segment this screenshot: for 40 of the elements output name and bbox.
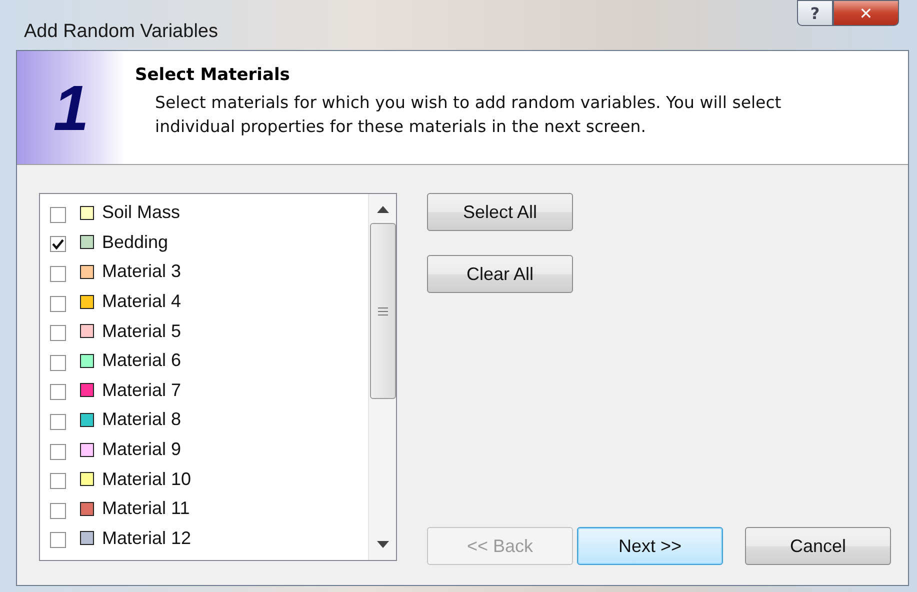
checkbox[interactable]	[50, 236, 66, 252]
material-name[interactable]: Material 10	[102, 468, 192, 490]
cancel-button[interactable]: Cancel	[745, 527, 891, 565]
checkbox[interactable]	[50, 325, 66, 342]
scroll-up-icon[interactable]	[376, 206, 388, 213]
scrollbar[interactable]	[368, 194, 396, 560]
close-button[interactable]: ✕	[833, 0, 899, 26]
select-all-button[interactable]: Select All	[427, 193, 573, 231]
checkbox[interactable]	[50, 384, 66, 400]
checkbox[interactable]	[50, 354, 66, 371]
material-name[interactable]: Material 12	[102, 528, 192, 549]
checkbox[interactable]	[50, 532, 66, 548]
material-name[interactable]: Material 5	[102, 320, 182, 342]
material-name[interactable]: Material 11	[102, 498, 190, 520]
checkbox[interactable]	[50, 473, 66, 490]
step-description: Select materials for which you wish to add random variables. You will select individual properties for these materials in the next screen.	[155, 92, 782, 138]
material-name[interactable]: Material 6	[102, 350, 182, 372]
checkbox[interactable]	[50, 502, 66, 519]
window-title: Add Random Variables	[24, 21, 219, 43]
material-name[interactable]: Soil Mass	[102, 202, 180, 224]
grip-icon	[378, 306, 388, 316]
checkbox[interactable]	[50, 414, 66, 430]
help-button[interactable]: ?	[797, 0, 833, 26]
checkbox[interactable]	[50, 444, 66, 460]
checkbox[interactable]	[50, 206, 66, 223]
checkbox[interactable]	[50, 296, 66, 312]
scroll-thumb[interactable]	[370, 223, 396, 399]
next-button[interactable]: Next >>	[577, 527, 723, 565]
checkmark-icon	[52, 238, 64, 250]
material-name[interactable]: Material 7	[102, 380, 182, 401]
material-name[interactable]: Material 9	[102, 439, 182, 460]
scroll-down-icon[interactable]	[376, 541, 388, 548]
step-number: 1	[53, 70, 89, 144]
material-name[interactable]: Material 8	[102, 409, 182, 430]
step-title: Select Materials	[135, 65, 291, 85]
material-name[interactable]: Bedding	[102, 232, 168, 253]
checkbox[interactable]	[50, 266, 66, 282]
clear-all-button[interactable]: Clear All	[427, 255, 573, 293]
material-name[interactable]: Material 3	[102, 261, 182, 282]
material-name[interactable]: Material 4	[102, 291, 182, 312]
